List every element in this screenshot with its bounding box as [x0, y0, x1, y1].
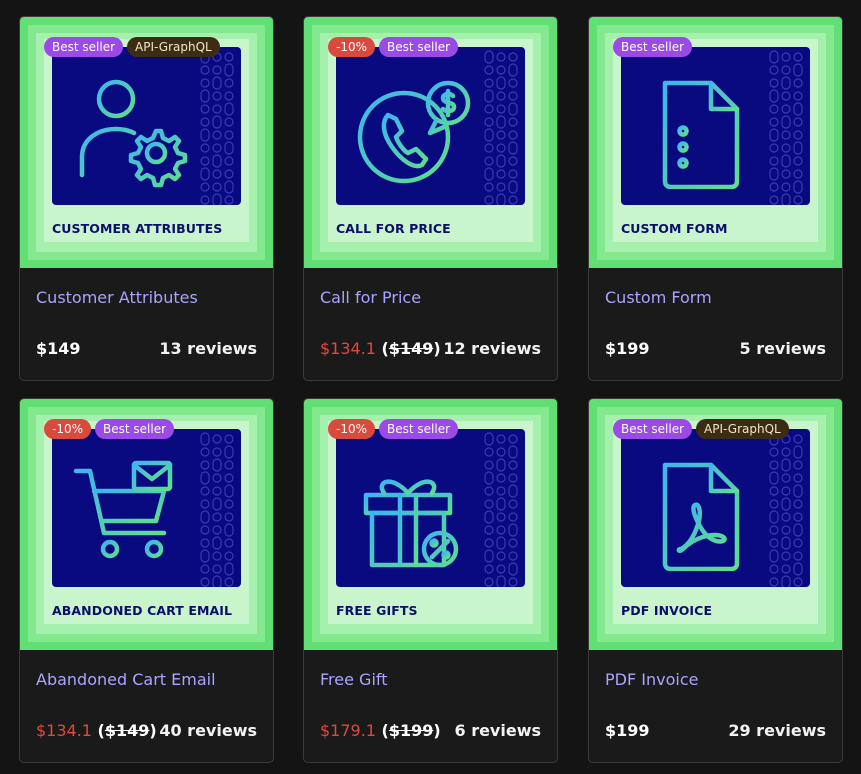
review-count[interactable]: 5 reviews	[739, 339, 826, 358]
thumbnail-panel	[336, 429, 525, 587]
pattern-decoration	[200, 50, 234, 205]
sale-price: $134.1	[36, 721, 92, 740]
pattern-decoration	[769, 432, 803, 587]
product-price: $199	[605, 721, 650, 740]
product-card-4[interactable]: ABANDONED CART EMAIL -10% Best seller Aba…	[19, 398, 274, 763]
badge-group: Best seller	[613, 37, 693, 57]
product-thumbnail[interactable]: CUSTOMER ATTRIBUTES Best seller API-Graph…	[20, 17, 273, 268]
pattern-decoration	[484, 50, 518, 205]
product-thumbnail[interactable]: CUSTOM FORM Best seller	[589, 17, 842, 268]
price-row: $179.1 ($199) 6 reviews	[320, 721, 541, 740]
badge-group: -10% Best seller	[44, 419, 175, 439]
thumbnail-panel	[621, 429, 810, 587]
price-row: $149 13 reviews	[36, 339, 257, 358]
pattern-decoration	[484, 432, 518, 587]
bestseller-badge: Best seller	[379, 37, 459, 57]
discount-badge: -10%	[328, 419, 376, 439]
thumbnail-panel	[52, 47, 241, 205]
thumbnail-panel	[52, 429, 241, 587]
form-document-icon	[637, 69, 757, 190]
thumbnail-panel	[621, 47, 810, 205]
sale-price: $179.1	[320, 721, 376, 740]
product-name[interactable]: Custom Form	[605, 288, 712, 307]
price-row: $134.1 ($149) 40 reviews	[36, 721, 257, 740]
price-row: $199 29 reviews	[605, 721, 826, 740]
phone-dollar-icon	[352, 69, 472, 189]
price-row: $134.1 ($149) 12 reviews	[320, 339, 541, 358]
product-card-2[interactable]: CALL FOR PRICE -10% Best seller Call for …	[303, 16, 558, 381]
review-count[interactable]: 29 reviews	[728, 721, 826, 740]
product-price: $199	[605, 339, 650, 358]
api-badge: API-GraphQL	[696, 419, 789, 439]
api-badge: API-GraphQL	[127, 37, 220, 57]
product-card-3[interactable]: CUSTOM FORM Best seller Custom Form $199…	[588, 16, 843, 381]
bestseller-badge: Best seller	[44, 37, 124, 57]
product-price: $149	[36, 339, 81, 358]
product-thumbnail[interactable]: ABANDONED CART EMAIL -10% Best seller	[20, 399, 273, 650]
original-price: $149	[388, 339, 434, 358]
product-card-6[interactable]: PDF INVOICE Best seller API-GraphQL PDF I…	[588, 398, 843, 763]
cart-email-icon	[68, 451, 188, 571]
pattern-decoration	[769, 50, 803, 205]
product-thumbnail[interactable]: FREE GIFTS -10% Best seller	[304, 399, 557, 650]
product-price: $134.1 ($149)	[320, 339, 441, 358]
price-row: $199 5 reviews	[605, 339, 826, 358]
user-gear-icon	[68, 69, 188, 189]
bestseller-badge: Best seller	[95, 419, 175, 439]
review-count[interactable]: 13 reviews	[159, 339, 257, 358]
thumbnail-caption: CUSTOM FORM	[621, 221, 728, 236]
sale-price: $134.1	[320, 339, 376, 358]
thumbnail-caption: CALL FOR PRICE	[336, 221, 451, 236]
discount-badge: -10%	[328, 37, 376, 57]
review-count[interactable]: 6 reviews	[454, 721, 541, 740]
badge-group: Best seller API-GraphQL	[44, 37, 220, 57]
product-name[interactable]: Call for Price	[320, 288, 421, 307]
gift-percent-icon	[352, 451, 472, 571]
product-name[interactable]: PDF Invoice	[605, 670, 698, 689]
thumbnail-caption: PDF INVOICE	[621, 603, 713, 618]
bestseller-badge: Best seller	[613, 419, 693, 439]
badge-group: -10% Best seller	[328, 37, 459, 57]
review-count[interactable]: 40 reviews	[159, 721, 257, 740]
product-card-5[interactable]: FREE GIFTS -10% Best seller Free Gift $17…	[303, 398, 558, 763]
thumbnail-caption: FREE GIFTS	[336, 603, 418, 618]
pattern-decoration	[200, 432, 234, 587]
product-thumbnail[interactable]: PDF INVOICE Best seller API-GraphQL	[589, 399, 842, 650]
product-name[interactable]: Abandoned Cart Email	[36, 670, 216, 689]
product-thumbnail[interactable]: CALL FOR PRICE -10% Best seller	[304, 17, 557, 268]
discount-badge: -10%	[44, 419, 92, 439]
product-price: $179.1 ($199)	[320, 721, 441, 740]
thumbnail-caption: ABANDONED CART EMAIL	[52, 603, 233, 618]
bestseller-badge: Best seller	[379, 419, 459, 439]
review-count[interactable]: 12 reviews	[443, 339, 541, 358]
thumbnail-caption: CUSTOMER ATTRIBUTES	[52, 221, 223, 236]
product-price: $134.1 ($149)	[36, 721, 157, 740]
thumbnail-panel	[336, 47, 525, 205]
original-price: $149	[104, 721, 150, 740]
pdf-document-icon	[637, 451, 757, 572]
badge-group: -10% Best seller	[328, 419, 459, 439]
bestseller-badge: Best seller	[613, 37, 693, 57]
badge-group: Best seller API-GraphQL	[613, 419, 789, 439]
product-card-1[interactable]: CUSTOMER ATTRIBUTES Best seller API-Graph…	[19, 16, 274, 381]
original-price: $199	[388, 721, 434, 740]
product-name[interactable]: Customer Attributes	[36, 288, 198, 307]
product-name[interactable]: Free Gift	[320, 670, 388, 689]
